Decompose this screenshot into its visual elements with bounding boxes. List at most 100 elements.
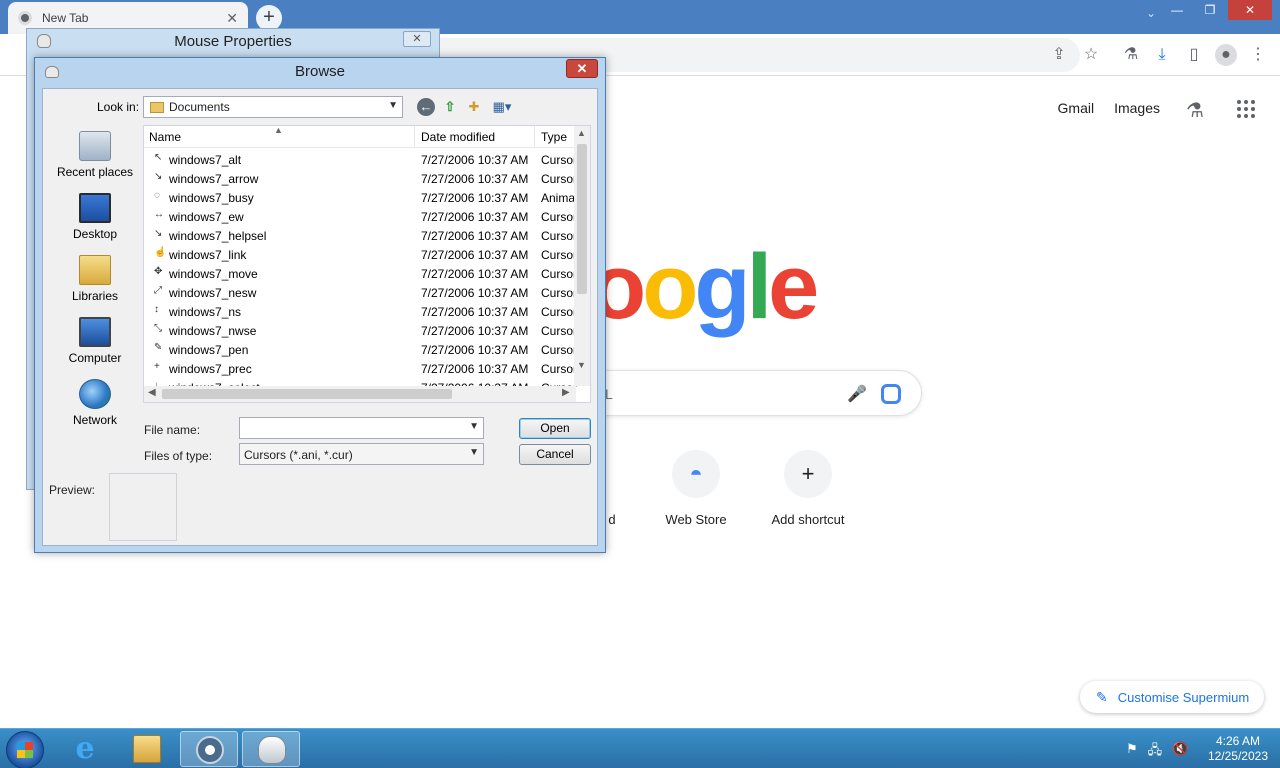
network-tray-icon[interactable]: 🖧: [1148, 741, 1163, 763]
vertical-scrollbar[interactable]: ▲ ▼: [574, 126, 590, 386]
file-row[interactable]: ✥ windows7_move 7/27/2006 10:37 AM Cursor: [144, 264, 578, 283]
vertical-scroll-thumb[interactable]: [577, 144, 587, 294]
file-date: 7/27/2006 10:37 AM: [421, 210, 529, 224]
up-folder-icon[interactable]: ⇧: [441, 98, 459, 116]
taskbar-internet-explorer[interactable]: e: [56, 731, 114, 767]
file-row[interactable]: + windows7_prec 7/27/2006 10:37 AM Cursor: [144, 359, 577, 378]
side-panel-icon[interactable]: ▯: [1183, 44, 1205, 66]
mouse-icon: [258, 736, 286, 764]
file-name: windows7_helpsel: [169, 229, 267, 243]
file-type: Cursor: [541, 343, 578, 357]
file-type: Cursor: [541, 267, 578, 281]
file-type: Cursor: [541, 324, 578, 338]
place-libraries[interactable]: Libraries: [49, 255, 141, 315]
file-date: 7/27/2006 10:37 AM: [421, 248, 529, 262]
file-row[interactable]: ↘ windows7_arrow 7/27/2006 10:37 AM Cursor: [144, 169, 577, 188]
column-type[interactable]: Type: [541, 130, 567, 144]
menu-icon[interactable]: ⋮: [1247, 44, 1269, 66]
browse-close-button[interactable]: ✕: [566, 59, 598, 78]
open-button[interactable]: Open: [519, 418, 591, 439]
file-row[interactable]: ☝ windows7_link 7/27/2006 10:37 AM Cursor: [144, 245, 578, 264]
column-divider[interactable]: [414, 126, 415, 148]
new-folder-icon[interactable]: ✚: [465, 98, 483, 116]
minimize-button[interactable]: —: [1162, 0, 1192, 20]
taskbar-file-explorer[interactable]: [118, 731, 176, 767]
file-date: 7/27/2006 10:37 AM: [421, 153, 529, 167]
files-of-type-dropdown[interactable]: Cursors (*.ani, *.cur) ▼: [239, 443, 484, 465]
file-row[interactable]: ⤡ windows7_nwse 7/27/2006 10:37 AM Cursor: [144, 321, 578, 340]
profile-avatar-icon[interactable]: ●: [1215, 44, 1237, 66]
file-date: 7/27/2006 10:37 AM: [421, 286, 529, 300]
ntp-search-box[interactable]: L 🎤: [560, 370, 922, 416]
logo-letter: g: [694, 236, 750, 338]
cursor-file-icon: ◌: [154, 190, 160, 201]
customise-button[interactable]: ✎ Customise Supermium: [1080, 681, 1264, 713]
place-recent-places[interactable]: Recent places: [49, 131, 141, 191]
file-row[interactable]: ↘ windows7_helpsel 7/27/2006 10:37 AM Curso…: [144, 226, 577, 245]
labs-toolbar-icon[interactable]: ⚗: [1120, 44, 1142, 66]
file-list[interactable]: ▲ Name Date modified Type ↖ windows7_alt 7…: [143, 125, 591, 403]
share-icon[interactable]: ⇪: [1048, 44, 1070, 66]
file-explorer-icon: [133, 735, 161, 763]
search-placeholder: L: [605, 386, 613, 402]
images-link[interactable]: Images: [1114, 98, 1160, 118]
view-menu-icon[interactable]: ▦▾: [489, 98, 515, 116]
bookmark-star-icon[interactable]: ☆: [1080, 44, 1102, 66]
lens-search-icon[interactable]: [881, 384, 901, 404]
cancel-button[interactable]: Cancel: [519, 444, 591, 465]
back-icon[interactable]: ←: [417, 98, 435, 116]
look-in-dropdown[interactable]: Documents ▼: [143, 96, 403, 118]
scroll-right-icon[interactable]: ▶: [562, 387, 570, 398]
place-network[interactable]: Network: [49, 379, 141, 439]
file-row[interactable]: ⤢ windows7_nesw 7/27/2006 10:37 AM Cursor: [144, 283, 577, 302]
column-name[interactable]: Name: [149, 130, 181, 144]
shortcut-web-store[interactable]: ◓ Web Store: [640, 450, 752, 527]
cursor-file-icon: ☝: [154, 247, 167, 258]
apps-grid-icon[interactable]: [1237, 100, 1255, 118]
column-date-modified[interactable]: Date modified: [421, 130, 495, 144]
chevron-down-icon[interactable]: ▼: [469, 421, 479, 432]
tab-close-icon[interactable]: ✕: [226, 10, 238, 27]
horizontal-scrollbar[interactable]: ◀ ▶: [144, 386, 576, 402]
tab-search-icon[interactable]: ⌄: [1146, 6, 1156, 20]
scroll-down-icon[interactable]: ▼: [577, 360, 586, 370]
scroll-left-icon[interactable]: ◀: [148, 387, 156, 398]
file-row[interactable]: ↕ windows7_ns 7/27/2006 10:37 AM Cursor: [144, 302, 577, 321]
file-row[interactable]: ↔ windows7_ew 7/27/2006 10:37 AM Cursor: [144, 207, 578, 226]
taskbar-clock[interactable]: 4:26 AM 12/25/2023: [1208, 734, 1268, 764]
place-computer[interactable]: Computer: [49, 317, 141, 377]
file-row[interactable]: ✎ windows7_pen 7/27/2006 10:37 AM Cursor: [144, 340, 578, 359]
file-name: windows7_nwse: [169, 324, 257, 338]
place-label: Libraries: [71, 289, 119, 303]
download-icon[interactable]: ⤓: [1151, 44, 1173, 66]
place-desktop[interactable]: Desktop: [49, 193, 141, 253]
voice-search-icon[interactable]: 🎤: [847, 384, 867, 404]
clock-date: 12/25/2023: [1207, 749, 1268, 763]
taskbar-chrome[interactable]: [180, 731, 238, 767]
start-button[interactable]: [6, 731, 44, 768]
file-row[interactable]: ◌ windows7_busy 7/27/2006 10:37 AM Anima: [144, 188, 576, 207]
computer-icon: [79, 317, 111, 347]
recent-places-icon: [79, 131, 111, 161]
shortcut-add[interactable]: + Add shortcut: [752, 450, 864, 527]
column-divider[interactable]: [534, 126, 535, 148]
file-row[interactable]: ↖ windows7_alt 7/27/2006 10:37 AM Cursor: [144, 150, 577, 169]
cursor-file-icon: ✥: [154, 266, 163, 277]
file-type: Cursor: [541, 210, 578, 224]
labs-flask-icon[interactable]: ⚗: [1186, 98, 1204, 123]
file-name-input[interactable]: ▼: [239, 417, 484, 439]
cursor-file-icon: ↔: [154, 209, 164, 220]
action-center-flag-icon[interactable]: ⚑: [1126, 741, 1138, 763]
file-type: Cursor: [541, 248, 578, 262]
scroll-up-icon[interactable]: ▲: [577, 128, 586, 138]
mouse-properties-close-button[interactable]: ✕: [403, 31, 431, 47]
horizontal-scroll-thumb[interactable]: [162, 389, 452, 399]
file-name: windows7_ew: [169, 210, 244, 224]
volume-muted-icon[interactable]: 🔇: [1172, 741, 1188, 763]
close-window-button[interactable]: ✕: [1228, 0, 1272, 20]
taskbar-mouse-properties[interactable]: [242, 731, 300, 767]
gmail-link[interactable]: Gmail: [1058, 98, 1095, 118]
customise-label: Customise Supermium: [1117, 689, 1250, 705]
place-label: Network: [72, 413, 117, 427]
maximize-button[interactable]: ❐: [1195, 0, 1225, 20]
